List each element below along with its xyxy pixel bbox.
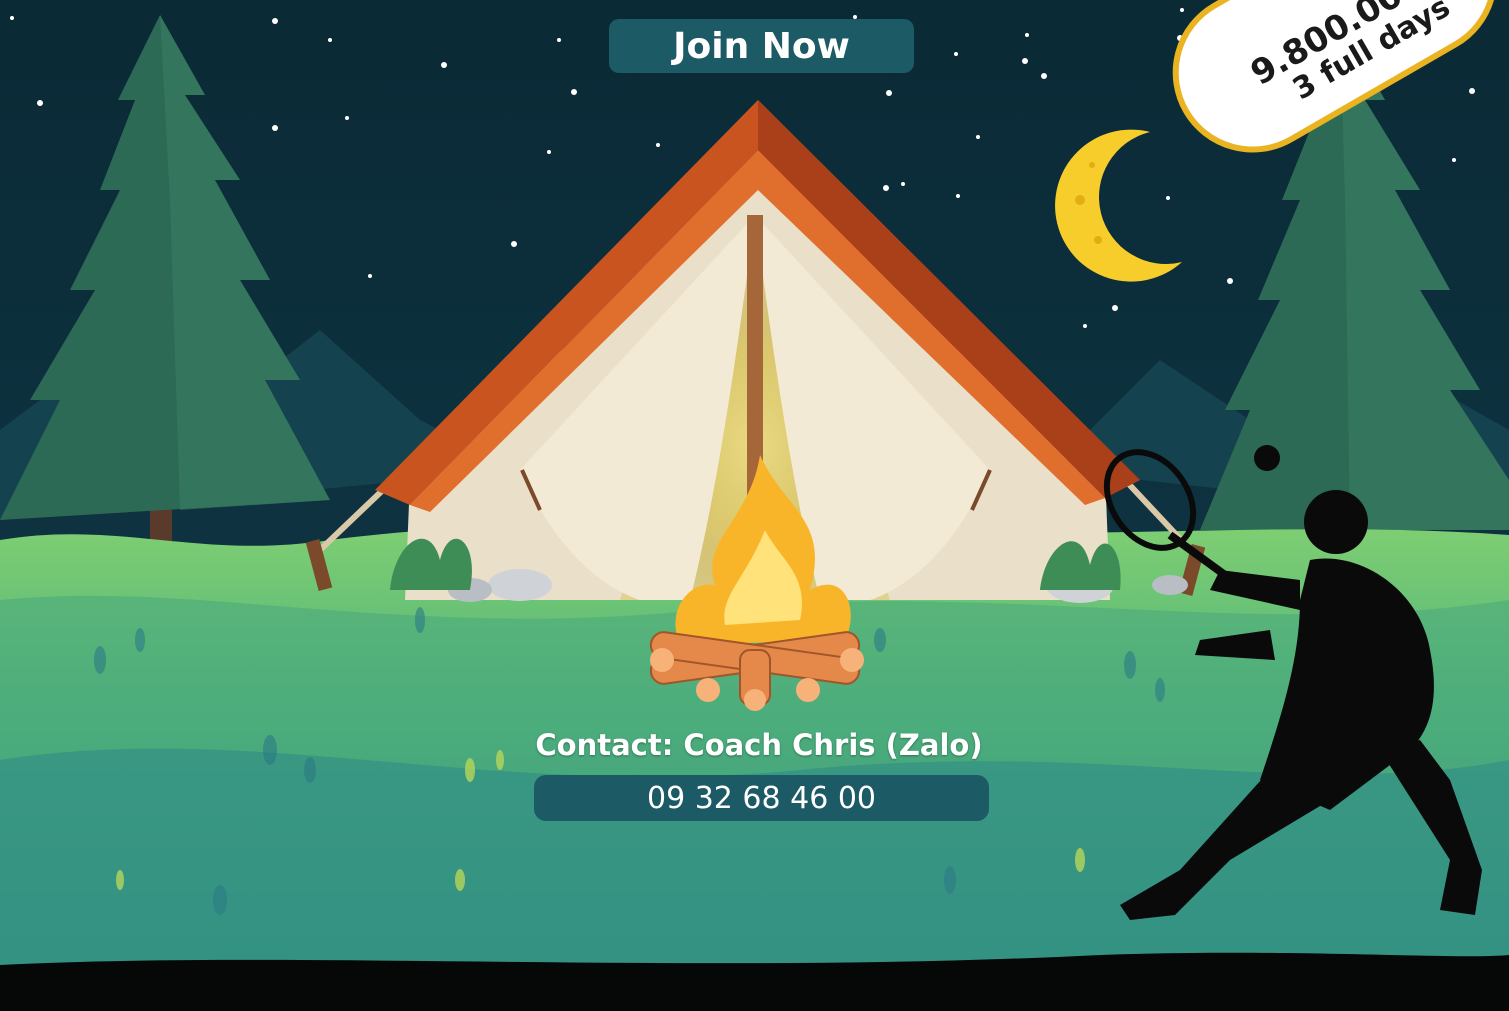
tennis-ball-icon	[1254, 445, 1280, 471]
camp-scene-illustration	[0, 0, 1509, 1011]
contact-label: Contact: Coach Chris (Zalo)	[535, 728, 983, 762]
poster: Join Now 9.800.000 3 full days Contact: …	[0, 0, 1509, 1011]
join-now-button[interactable]: Join Now	[609, 19, 914, 73]
phone-number[interactable]: 09 32 68 46 00	[534, 775, 989, 821]
